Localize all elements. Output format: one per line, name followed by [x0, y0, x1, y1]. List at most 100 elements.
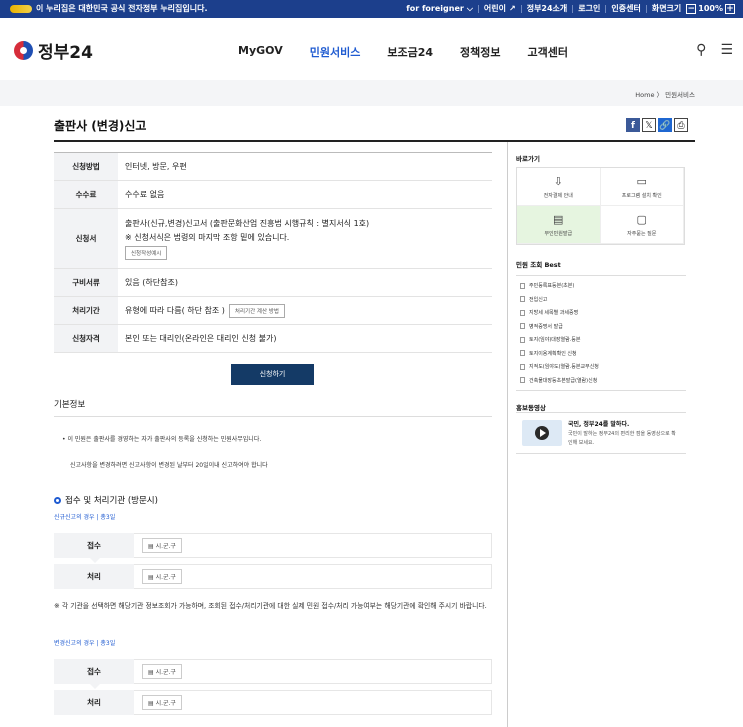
menu-icon[interactable]: ☰	[720, 42, 733, 58]
case-new: 신규신고의 경우 | 총3일	[54, 514, 116, 521]
quick-program-check[interactable]: ▭ 프로그램 설치 확인	[600, 168, 684, 206]
form-example-button[interactable]: 신청작성예시	[125, 245, 168, 260]
list-item-label: 병적증명서 발급	[529, 323, 563, 330]
flow-row-handle: 처리 ▤ 시.군.구	[54, 564, 492, 589]
list-item[interactable]: 전입신고	[516, 293, 686, 307]
period-calc-button[interactable]: 처리기간 계산 방법	[228, 303, 285, 318]
promo-video[interactable]: 국민, 정부24를 말하다. 국민이 말하는 정부24의 편리한 점을 동영상으…	[516, 412, 686, 454]
quick-epay[interactable]: ⇩ 전자결제 안내	[517, 168, 601, 206]
nav-subsidy[interactable]: 보조금24	[387, 44, 433, 60]
nav-mygov[interactable]: MyGOV	[238, 44, 283, 60]
doc-icon: ▤	[148, 669, 156, 676]
utility-links: for foreigner ⌵ 어린이 ↗ 정부24소개 로그인 인증센터 화면크기…	[406, 3, 737, 14]
list-item-label: 건축물대장등초본발급(열람)신청	[529, 377, 598, 384]
table-row: 수수료 수수료 없음	[54, 181, 492, 209]
flow-row-handle: 처리 ▤ 시.군.구	[54, 690, 492, 715]
flow-value: ▤ 시.군.구	[134, 690, 492, 715]
x-icon[interactable]: 𝕏	[642, 118, 656, 132]
basic-info-note: 신고사항을 변경하려면 신고사항이 변경된 날부터 20일이내 신고하여야 합니…	[70, 462, 268, 469]
print-icon[interactable]: ⎙	[674, 118, 688, 132]
util-cert[interactable]: 인증센터	[611, 3, 640, 14]
kiosk-icon: ▤	[553, 212, 564, 226]
list-item[interactable]: 토지이용계획확인 신청	[516, 347, 686, 361]
table-row: 신청방법 인터넷, 방문, 우편	[54, 153, 492, 181]
divider	[477, 4, 479, 13]
apply-button[interactable]: 신청하기	[231, 364, 314, 385]
row-label: 구비서류	[54, 269, 118, 296]
util-login[interactable]: 로그인	[578, 3, 600, 14]
quick-label: 전자결제 안내	[543, 192, 573, 199]
process-heading: 접수 및 처리기관 (방문시)	[54, 494, 158, 506]
util-about[interactable]: 정부24소개	[527, 3, 568, 14]
list-item[interactable]: 병적증명서 발급	[516, 320, 686, 334]
row-value: 수수료 없음	[125, 190, 165, 199]
org-button[interactable]: ▤ 시.군.구	[142, 569, 182, 584]
list-item[interactable]: 주민등록표등본(초본)	[516, 279, 686, 293]
quick-kiosk[interactable]: ▤ 무인민원발급	[517, 206, 601, 244]
main-nav: MyGOV 민원서비스 보조금24 정책정보 고객센터	[238, 44, 568, 60]
row-value: 유형에 따라 다름( 하단 참조 ) 처리기간 계산 방법	[118, 297, 492, 324]
doc-icon: ▤	[148, 700, 156, 707]
zoom-out-button[interactable]: −	[686, 3, 697, 14]
nav-civil-service[interactable]: 민원서비스	[310, 44, 361, 60]
best-list: 주민등록표등본(초본) 전입신고 지방세 세목별 과세증명 병적증명서 발급 토…	[516, 275, 686, 391]
search-icon[interactable]: ⚲	[696, 42, 706, 58]
nav-policy[interactable]: 정책정보	[460, 44, 500, 60]
table-row: 처리기간 유형에 따라 다름( 하단 참조 ) 처리기간 계산 방법	[54, 297, 492, 325]
org-button[interactable]: ▤ 시.군.구	[142, 695, 182, 710]
org-label: 시.군.구	[155, 574, 176, 581]
link-icon[interactable]: 🔗	[658, 118, 672, 132]
doc-icon	[520, 323, 525, 330]
form-name[interactable]: 출판사(신규,변경)신고서 (출판문화산업 진흥법 시행규칙 : 별지서식 1호…	[125, 218, 492, 229]
video-title: 국민, 정부24를 말하다.	[568, 421, 630, 428]
radio-dot-icon	[54, 496, 61, 504]
flow-value: ▤ 시.군.구	[134, 533, 492, 558]
flow-value: ▤ 시.군.구	[134, 659, 492, 684]
share-tools: f 𝕏 🔗 ⎙	[626, 118, 688, 132]
monitor-icon: ▭	[636, 174, 647, 188]
list-item[interactable]: 지방세 세목별 과세증명	[516, 306, 686, 320]
zoom-in-button[interactable]: +	[725, 3, 735, 14]
divider	[572, 4, 574, 13]
list-item-label: 전입신고	[529, 296, 548, 303]
download-icon: ⇩	[553, 174, 563, 188]
util-foreigner[interactable]: for foreigner	[406, 4, 464, 13]
list-item[interactable]: 지적도(임야도)열람.등본교부신청	[516, 360, 686, 374]
breadcrumb[interactable]: Home 〉 민원서비스	[635, 89, 695, 99]
quick-label: 무인민원발급	[544, 230, 573, 237]
org-button[interactable]: ▤ 시.군.구	[142, 664, 182, 679]
basic-info-note: • 이 민원은 출판사를 경영하는 자가 출판사의 등록을 신청하는 민원사무입…	[62, 436, 262, 443]
site-logo[interactable]: 정부24	[14, 38, 93, 63]
row-value: 본인 또는 대리인(온라인은 대리인 신청 불가)	[125, 334, 277, 343]
list-item[interactable]: 건축물대장등초본발급(열람)신청	[516, 374, 686, 388]
facebook-icon[interactable]: f	[626, 118, 640, 132]
basic-info-divider	[54, 416, 492, 417]
nav-customer-center[interactable]: 고객센터	[527, 44, 567, 60]
video-heading: 홍보동영상	[516, 404, 546, 412]
video-thumbnail[interactable]	[522, 420, 562, 446]
basic-info-heading: 기본정보	[54, 400, 86, 410]
table-row: 구비서류 있음 (하단참조)	[54, 269, 492, 297]
org-label: 시.군.구	[155, 543, 176, 550]
doc-icon	[520, 377, 525, 384]
quick-faq[interactable]: ▢ 자주묻는 질문	[600, 206, 684, 244]
list-item[interactable]: 토지(임야)대장열람.등본	[516, 333, 686, 347]
chat-icon: ▢	[636, 212, 647, 226]
doc-icon: ▤	[148, 574, 156, 581]
gov-notice: 이 누리집은 대한민국 공식 전자정부 누리집입니다.	[10, 3, 208, 14]
util-kids[interactable]: 어린이	[484, 3, 506, 14]
row-label: 수수료	[54, 181, 118, 208]
row-label: 신청서	[54, 209, 118, 268]
row-label: 신청자격	[54, 325, 118, 352]
flow-label: 처리	[54, 690, 134, 715]
list-item-label: 지방세 세목별 과세증명	[529, 310, 579, 317]
process-heading-text: 접수 및 처리기관 (방문시)	[65, 496, 158, 506]
play-icon[interactable]	[535, 426, 549, 440]
doc-icon	[520, 296, 525, 303]
list-item-label: 토지(임야)대장열람.등본	[529, 337, 581, 344]
flow-label: 처리	[54, 564, 134, 589]
doc-icon	[520, 350, 525, 357]
doc-icon	[520, 336, 525, 343]
org-button[interactable]: ▤ 시.군.구	[142, 538, 182, 553]
list-item-label: 지적도(임야도)열람.등본교부신청	[529, 364, 599, 371]
